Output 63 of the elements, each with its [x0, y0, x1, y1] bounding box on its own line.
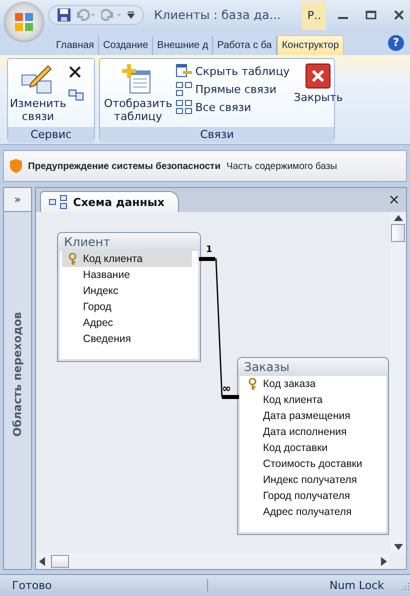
- security-warning-message: Часть содержимого базы: [226, 160, 338, 172]
- relationship-command-button[interactable]: Все связи: [176, 99, 252, 115]
- close-icon[interactable]: [393, 9, 405, 21]
- expand-navigation-button[interactable]: »: [4, 188, 31, 212]
- relationship-line[interactable]: [199, 256, 239, 401]
- field-item[interactable]: Код клиента: [242, 392, 380, 408]
- shield-icon: [10, 159, 22, 173]
- field-item[interactable]: Дата размещения: [242, 408, 380, 424]
- edit-relationships-button[interactable]: Изменить связи: [10, 61, 66, 125]
- scroll-up-icon[interactable]: [394, 215, 402, 221]
- delete-icon[interactable]: [68, 65, 82, 79]
- table-title: Клиент: [58, 233, 200, 251]
- diagram-icon: [49, 195, 67, 209]
- field-item[interactable]: Адрес получателя: [242, 504, 380, 520]
- field-item[interactable]: Стоимость доставки: [242, 456, 380, 472]
- show-table-button[interactable]: Отобразить таблицу: [102, 61, 174, 125]
- security-warning-title: Предупреждение системы безопасности: [28, 160, 221, 172]
- field-item[interactable]: Код клиента: [62, 251, 192, 267]
- one-side-label: 1: [206, 245, 212, 255]
- context-tab-label: Р..: [302, 0, 326, 30]
- save-icon[interactable]: [57, 8, 71, 22]
- hide-table-icon: [176, 64, 192, 78]
- navigation-pane-label: Область переходов: [11, 312, 24, 437]
- field-item[interactable]: Город получателя: [242, 488, 380, 504]
- table-window[interactable]: Клиент Код клиента Название Индекс Город Адрес Сведения: [57, 232, 201, 362]
- window-title: Клиенты : база да...: [154, 8, 281, 22]
- help-button[interactable]: ?: [388, 35, 404, 51]
- group-label: Сервис: [8, 127, 94, 143]
- field-item[interactable]: Дата исполнения: [242, 424, 380, 440]
- resize-grip-icon[interactable]: [400, 580, 410, 590]
- table-title: Заказы: [238, 358, 388, 376]
- scroll-left-icon[interactable]: [39, 556, 45, 566]
- document-tab[interactable]: Схема данных: [40, 191, 180, 212]
- all-relationships-icon: [176, 100, 192, 114]
- close-icon: [305, 63, 332, 89]
- field-item[interactable]: Код заказа: [242, 376, 380, 392]
- status-text: Готово: [0, 579, 208, 592]
- office-logo-icon: [13, 11, 35, 33]
- close-tab-button[interactable]: ×: [382, 191, 406, 209]
- scroll-down-icon[interactable]: [394, 544, 402, 550]
- direct-relationships-icon: [176, 82, 192, 96]
- scroll-thumb[interactable]: [391, 224, 405, 242]
- group-label: Связи: [100, 127, 334, 143]
- field-item[interactable]: Индекс: [62, 283, 192, 299]
- field-item[interactable]: Сведения: [62, 331, 192, 347]
- field-item[interactable]: Название: [62, 267, 192, 283]
- customize-dropdown-icon[interactable]: [127, 11, 135, 19]
- table-window[interactable]: Заказы Код заказа Код клиента Дата размещения Дата исполнения Код доставки Стоимость доставки Индекс получателя Город получателя Адрес получателя: [237, 357, 389, 535]
- scroll-thumb[interactable]: [51, 554, 69, 568]
- many-side-label: ∞: [222, 382, 232, 395]
- field-item[interactable]: Индекс получателя: [242, 472, 380, 488]
- field-item[interactable]: Адрес: [62, 315, 192, 331]
- relationship-command-button[interactable]: Прямые связи: [176, 81, 276, 97]
- report-icon[interactable]: [68, 87, 84, 101]
- close-button[interactable]: Закрыть: [292, 61, 345, 106]
- status-indicator: Num Lock: [328, 579, 385, 592]
- ribbon-tab[interactable]: Конструктор: [276, 35, 344, 55]
- field-item[interactable]: Код доставки: [242, 440, 380, 456]
- scroll-right-icon[interactable]: [381, 556, 387, 566]
- office-logo-button[interactable]: [5, 3, 43, 41]
- maximize-icon[interactable]: [365, 9, 377, 21]
- relationship-command-button[interactable]: Скрыть таблицу: [176, 63, 290, 79]
- field-item[interactable]: Город: [62, 299, 192, 315]
